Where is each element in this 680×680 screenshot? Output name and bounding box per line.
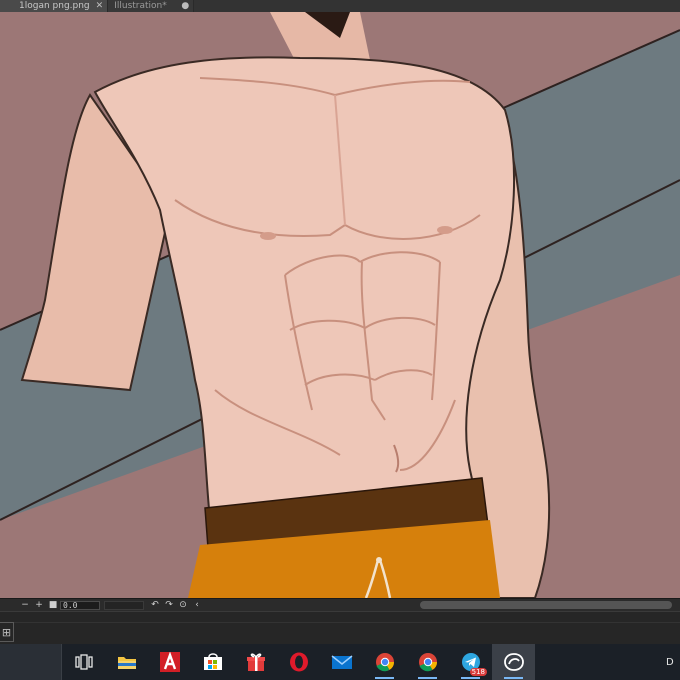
lower-panel: ⊞ <box>0 611 680 644</box>
tab-label: Illustration* <box>114 0 167 11</box>
tab-illustration[interactable]: Illustration* ● <box>108 0 195 12</box>
rotate-left-button[interactable]: ↶ <box>148 600 162 610</box>
taskbar-search-box[interactable] <box>0 644 62 680</box>
autocad-icon[interactable] <box>148 644 191 680</box>
close-icon[interactable]: ✕ <box>96 1 104 11</box>
opera-icon[interactable] <box>277 644 320 680</box>
rotate-right-button[interactable]: ↷ <box>162 600 176 610</box>
tab-label: 1logan png.png <box>19 0 90 11</box>
notification-badge: 518 <box>469 668 487 676</box>
unsaved-dot-icon: ● <box>181 0 190 11</box>
reset-rotation-button[interactable]: ⊙ <box>176 600 190 610</box>
torso-artwork <box>0 12 680 598</box>
scroll-left-button[interactable] <box>0 600 18 610</box>
horizontal-scrollbar[interactable] <box>420 601 672 609</box>
windows-taskbar: 518 D <box>0 644 680 680</box>
zoom-value-field[interactable]: 0.0 <box>60 600 100 610</box>
clip-studio-icon[interactable] <box>492 644 535 680</box>
zoom-slider[interactable] <box>104 600 144 610</box>
tab-bar-empty <box>194 0 680 12</box>
drawing-canvas[interactable] <box>0 12 680 598</box>
fit-button[interactable]: ■ <box>46 600 60 610</box>
flip-button[interactable]: ‹ <box>190 600 204 610</box>
navigator-icon[interactable]: ⊞ <box>0 622 14 642</box>
panel-divider <box>0 622 680 623</box>
screen: 1logan png.png ✕ Illustration* ● − + ■ 0… <box>0 0 680 680</box>
canvas-status-bar: − + ■ 0.0 ↶ ↷ ⊙ ‹ <box>0 598 680 611</box>
document-tab-bar: 1logan png.png ✕ Illustration* ● <box>0 0 680 12</box>
system-tray-text[interactable]: D <box>666 644 680 680</box>
gift-icon[interactable] <box>234 644 277 680</box>
task-view-icon[interactable] <box>62 644 105 680</box>
chrome-icon[interactable] <box>363 644 406 680</box>
tab-1logan[interactable]: 1logan png.png ✕ <box>0 0 109 12</box>
zoom-out-button[interactable]: − <box>18 600 32 610</box>
zoom-in-button[interactable]: + <box>32 600 46 610</box>
folder-icon[interactable] <box>105 644 148 680</box>
mail-icon[interactable] <box>320 644 363 680</box>
telegram-icon[interactable]: 518 <box>449 644 492 680</box>
chrome-icon[interactable] <box>406 644 449 680</box>
store-icon[interactable] <box>191 644 234 680</box>
